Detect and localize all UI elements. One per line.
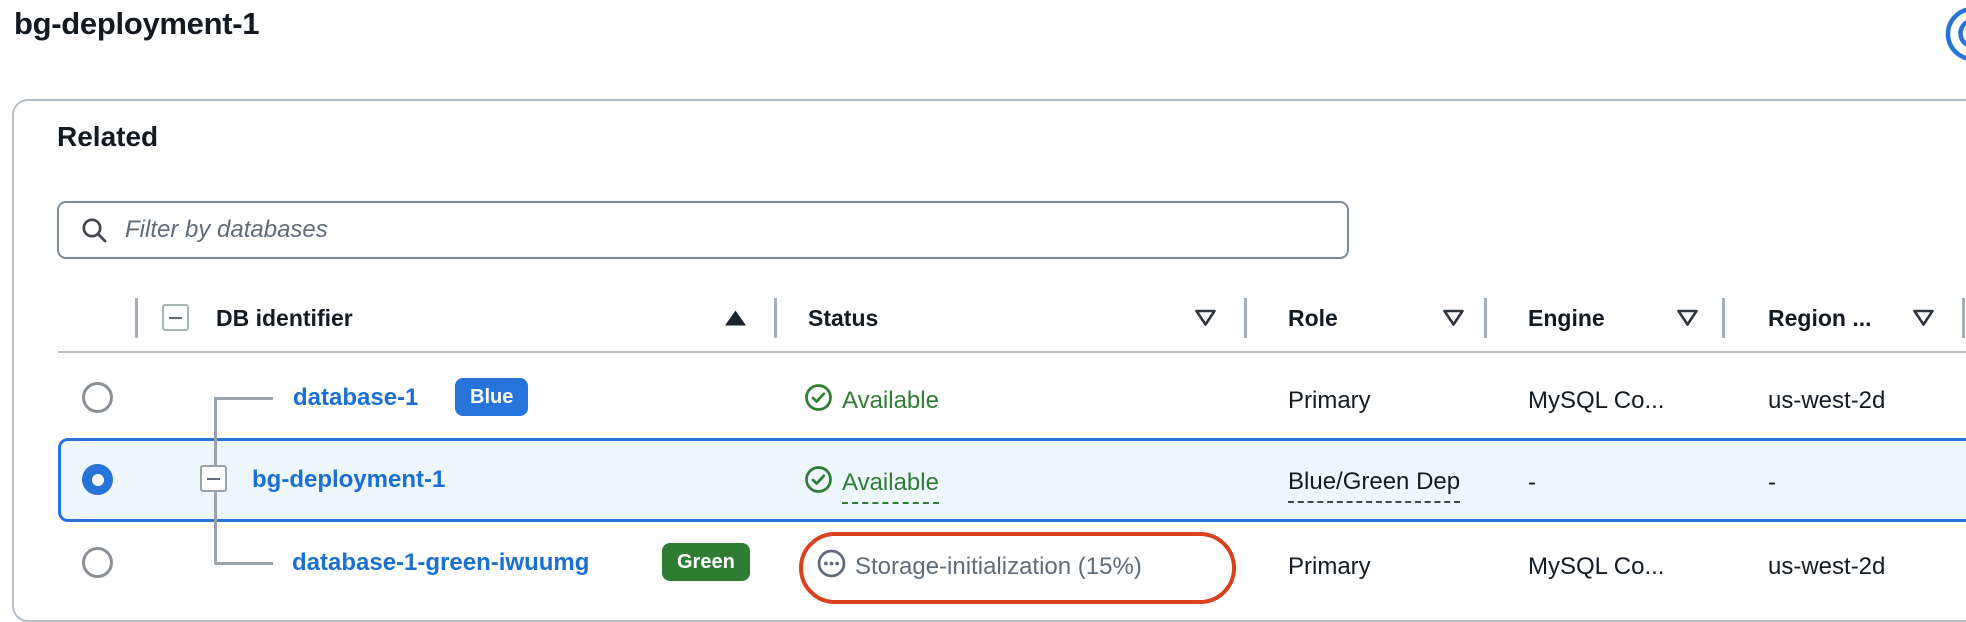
refresh-icon xyxy=(1942,3,1966,65)
status-available-icon xyxy=(804,383,833,412)
collapse-all-toggle[interactable] xyxy=(162,304,189,331)
panel-title: Related xyxy=(57,121,158,153)
refresh-button[interactable] xyxy=(1942,3,1966,65)
sort-toggle-icon xyxy=(1194,309,1217,327)
tree-connector xyxy=(215,397,273,400)
filter-input[interactable] xyxy=(123,215,1335,245)
db-link[interactable]: bg-deployment-1 xyxy=(252,468,445,492)
column-divider xyxy=(1962,298,1965,338)
role-text-tooltip[interactable]: Blue/Green Dep xyxy=(1288,468,1460,503)
sort-ascending-icon xyxy=(724,309,747,327)
status-text-tooltip[interactable]: Available xyxy=(842,469,939,504)
column-divider xyxy=(135,298,138,338)
column-divider xyxy=(1722,298,1725,338)
filter-container xyxy=(57,201,1349,259)
role-cell: Blue/Green Dep xyxy=(1288,468,1482,510)
rds-console-page: bg-deployment-1 Related DB identifier St… xyxy=(0,0,1966,622)
column-divider xyxy=(1484,298,1487,338)
red-highlight-annotation xyxy=(799,532,1236,604)
column-header-role[interactable]: Role xyxy=(1288,307,1338,330)
status-available-icon xyxy=(804,465,833,494)
region-cell: us-west-2d xyxy=(1768,387,1885,416)
row-select-radio[interactable] xyxy=(82,382,113,413)
page-title: bg-deployment-1 xyxy=(14,6,259,42)
green-badge: Green xyxy=(662,543,750,581)
sort-toggle-icon xyxy=(1442,309,1465,327)
blue-badge: Blue xyxy=(455,378,528,416)
engine-cell: MySQL Co... xyxy=(1528,387,1664,416)
tree-collapse-toggle[interactable] xyxy=(200,465,227,492)
row-select-radio[interactable] xyxy=(82,547,113,578)
db-link[interactable]: database-1-green-iwuumg xyxy=(292,551,589,575)
column-header-engine[interactable]: Engine xyxy=(1528,307,1605,330)
role-cell: Primary xyxy=(1288,553,1371,582)
engine-cell: - xyxy=(1528,469,1536,498)
tree-connector xyxy=(214,492,217,564)
sort-toggle-icon xyxy=(1912,309,1935,327)
engine-cell: MySQL Co... xyxy=(1528,553,1664,582)
column-divider xyxy=(774,298,777,338)
sort-toggle-icon xyxy=(1676,309,1699,327)
column-header-status[interactable]: Status xyxy=(808,307,878,330)
role-cell: Primary xyxy=(1288,387,1371,416)
header-divider xyxy=(58,351,1966,353)
row-select-radio-checked[interactable] xyxy=(82,464,113,495)
related-panel: Related DB identifier Status Role Engine… xyxy=(12,99,1966,622)
search-icon xyxy=(79,215,109,245)
db-link[interactable]: database-1 xyxy=(293,386,418,410)
tree-connector xyxy=(214,397,217,466)
column-header-db-identifier[interactable]: DB identifier xyxy=(216,307,353,330)
region-cell: - xyxy=(1768,469,1776,498)
status-text: Available xyxy=(842,387,939,416)
column-header-region[interactable]: Region ... xyxy=(1768,307,1872,330)
region-cell: us-west-2d xyxy=(1768,553,1885,582)
tree-connector xyxy=(215,562,273,565)
column-divider xyxy=(1244,298,1247,338)
